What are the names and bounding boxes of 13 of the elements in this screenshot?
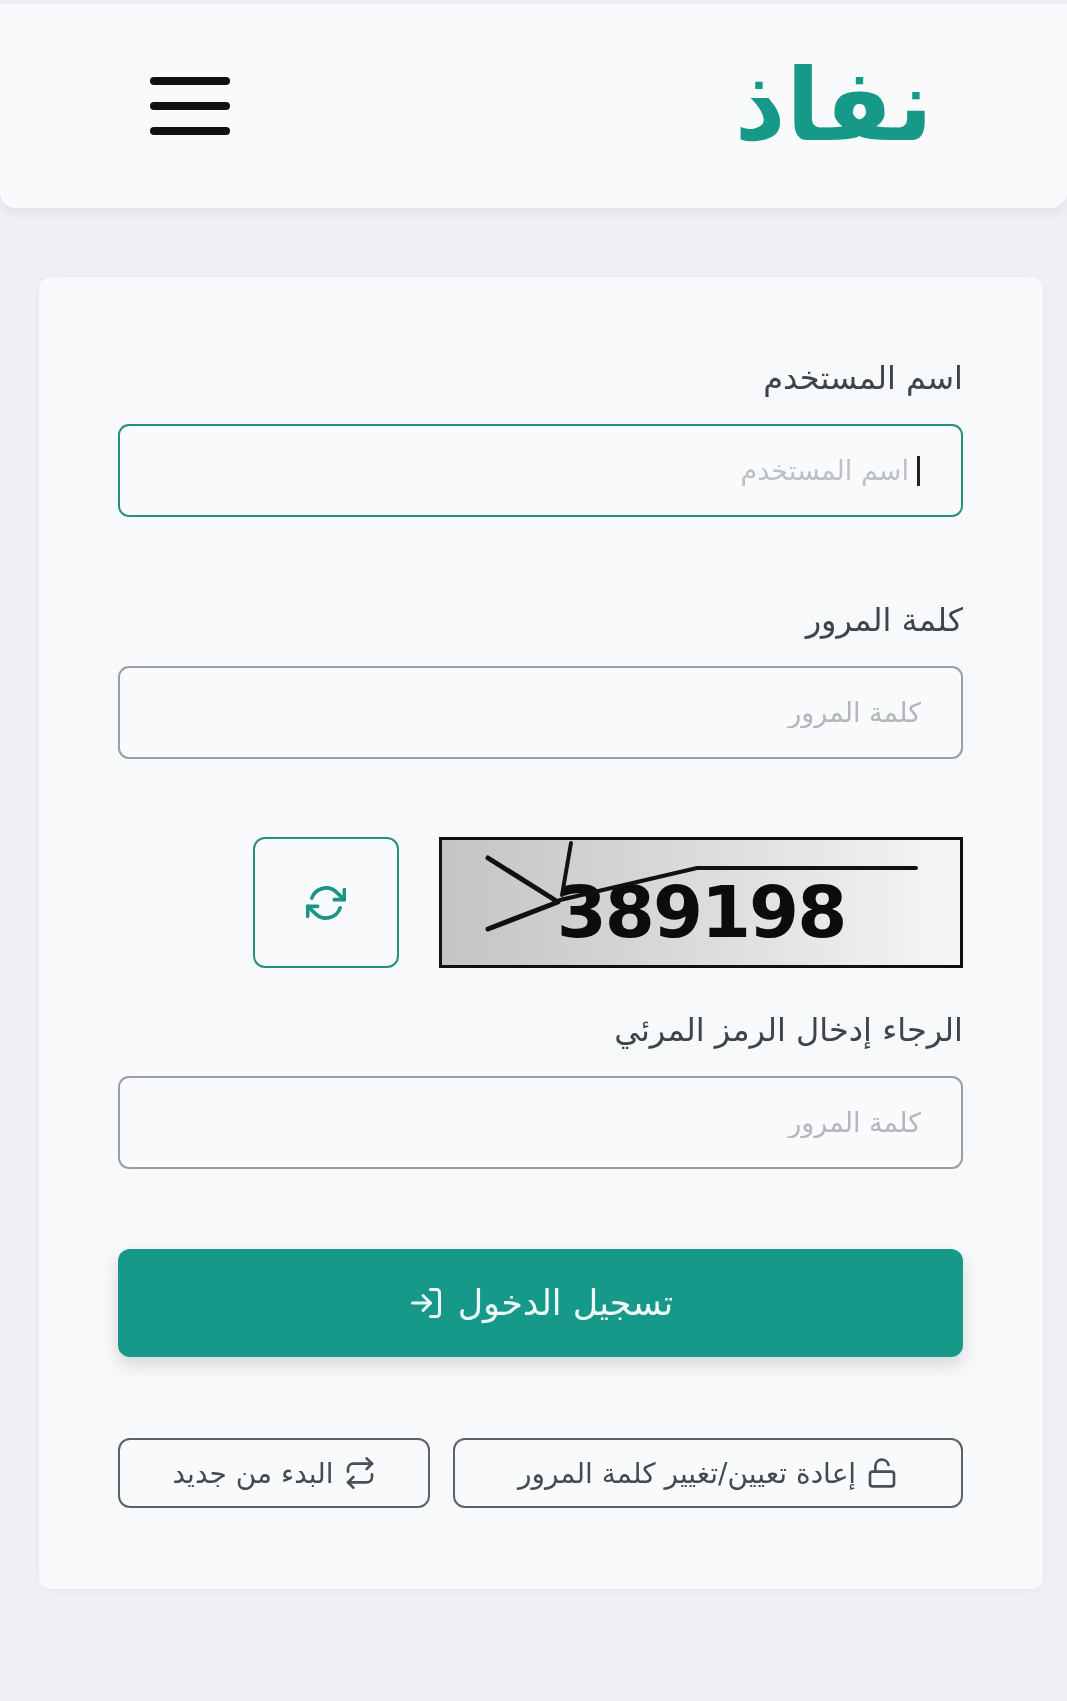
secondary-button[interactable]: البدء من جديد: [118, 1438, 430, 1508]
refresh-captcha-button[interactable]: [253, 837, 399, 968]
captcha-code: 389198: [556, 875, 846, 948]
field-label: كلمة المرور: [805, 600, 963, 641]
input-field[interactable]: كلمة المرور: [118, 1076, 963, 1169]
input-field[interactable]: اسم المستخدم: [118, 424, 963, 517]
secondary-button[interactable]: إعادة تعيين/تغيير كلمة المرور: [453, 1438, 963, 1508]
input-field[interactable]: كلمة المرور: [118, 666, 963, 759]
menu-icon[interactable]: [150, 77, 230, 135]
field-label: الرجاء إدخال الرمز المرئي: [614, 1010, 963, 1051]
logo: نفاذ: [734, 51, 933, 161]
field-label: اسم المستخدم: [763, 358, 963, 399]
text-cursor: [917, 455, 920, 486]
